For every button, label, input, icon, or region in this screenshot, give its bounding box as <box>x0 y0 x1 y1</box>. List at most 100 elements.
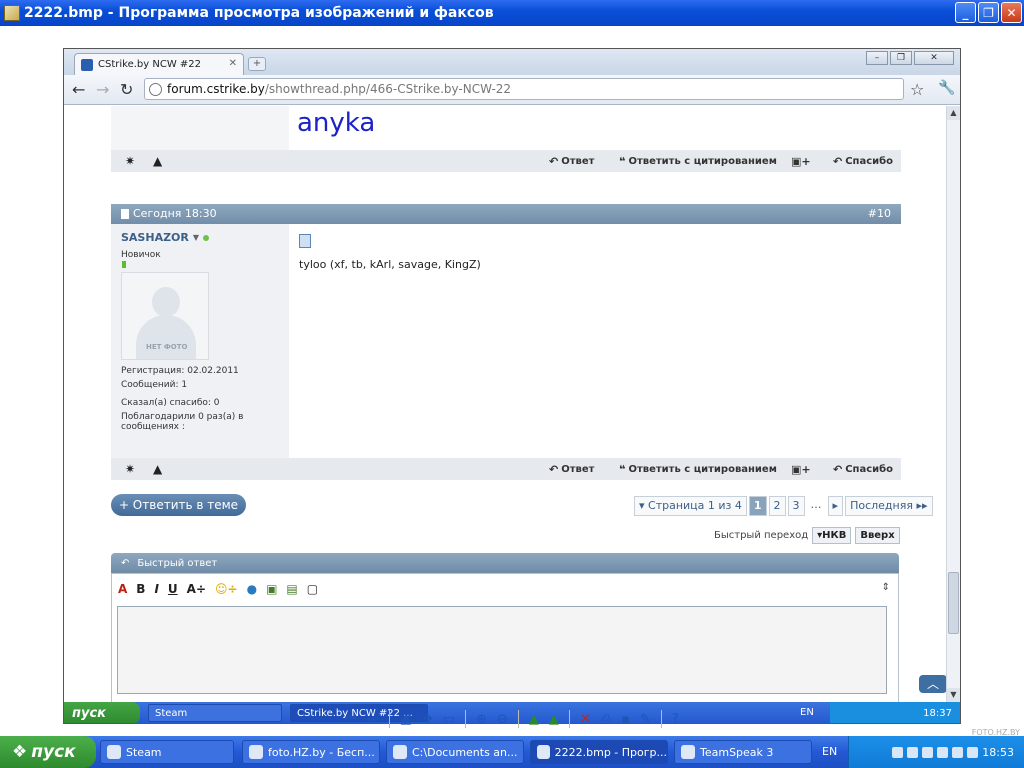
multi-quote-icon[interactable]: ▣+ <box>791 155 811 168</box>
delete-icon[interactable]: ✕ <box>580 712 591 727</box>
dropdown-arrow-icon[interactable]: ▼ <box>193 233 199 242</box>
rotate-clockwise-icon[interactable]: ▲ <box>529 712 539 727</box>
page-ellipsis: … <box>810 498 822 511</box>
close-button[interactable]: ✕ <box>1001 2 1022 23</box>
link-icon[interactable]: ● <box>247 582 257 596</box>
page-3[interactable]: 3 <box>787 496 805 516</box>
page-selector[interactable]: ▾ Страница 1 из 4 <box>634 496 747 516</box>
thanks-link[interactable]: ↶ Спасибо <box>833 463 893 476</box>
quick-reply-panel: A B I U A÷ ☺÷ ● ▣ ▤ ▢ ⇕ <box>111 573 899 702</box>
scroll-down-icon[interactable]: ▼ <box>947 688 960 702</box>
underline-button[interactable]: U <box>168 582 178 596</box>
task-documents[interactable]: C:\Documents an... <box>386 740 524 764</box>
font-color-icon[interactable]: A÷ <box>187 582 206 596</box>
previous-image-icon[interactable]: ⏮ <box>345 712 357 727</box>
next-page-button[interactable]: ▸ <box>827 496 844 516</box>
viewer-toolbar: ⏮ ⏭ ▣ ✥ ▭ ⊕ ⊖ ▲ ▲ ✕ ⎙ ▪ ✎ ? <box>0 706 1024 732</box>
browser-minimize-button[interactable]: – <box>866 51 888 65</box>
star-icon[interactable]: ✷ <box>125 154 135 168</box>
maximize-button[interactable]: ❐ <box>978 2 999 23</box>
tray-teamspeak-icon[interactable] <box>922 746 934 758</box>
username[interactable]: SASHAZOR ▼ <box>121 231 210 244</box>
reply-link[interactable]: ↶ Ответ <box>549 463 594 476</box>
language-indicator[interactable]: EN <box>822 745 837 758</box>
browser-tab[interactable]: CStrike.by NCW #22 ✕ <box>74 53 244 75</box>
post-number[interactable]: #10 <box>868 207 891 220</box>
tray-volume-icon[interactable] <box>952 746 964 758</box>
image-viewer-icon <box>537 745 550 759</box>
toggle-size-icon[interactable]: ⇕ <box>882 582 890 593</box>
slideshow-icon[interactable]: ▭ <box>443 712 455 727</box>
quick-reply-icon: ↶ <box>121 557 130 569</box>
bookmark-star-icon[interactable]: ☆ <box>910 80 924 99</box>
minimize-button[interactable]: _ <box>955 2 976 23</box>
system-tray: 18:53 <box>848 736 1024 768</box>
video-icon[interactable]: ▤ <box>286 582 297 596</box>
top-button[interactable]: Вверх <box>855 527 900 544</box>
reply-link[interactable]: ↶ Ответ <box>549 155 594 168</box>
reply-in-thread-button[interactable]: + Ответить в теме <box>111 494 246 516</box>
warning-icon[interactable]: ▲ <box>153 462 162 476</box>
quote-reply-link[interactable]: ❝ Ответить с цитированием <box>619 155 777 168</box>
rotate-counterclockwise-icon[interactable]: ▲ <box>549 712 559 727</box>
browser-restore-button[interactable]: ❐ <box>890 51 912 65</box>
page-scrollbar[interactable]: ▲ ▼ <box>946 106 960 702</box>
remove-format-icon[interactable]: A <box>118 582 127 596</box>
avatar: НЕТ ФОТО <box>121 272 209 360</box>
print-icon[interactable]: ⎙ <box>601 712 611 727</box>
scroll-thumb[interactable] <box>948 572 959 634</box>
url-host: forum.cstrike.by <box>167 82 265 96</box>
tray-antivirus-icon[interactable] <box>967 746 979 758</box>
scroll-up-icon[interactable]: ▲ <box>947 106 960 120</box>
signature-text: anyka <box>297 108 376 138</box>
multi-quote-icon[interactable]: ▣+ <box>791 463 811 476</box>
page-1[interactable]: 1 <box>748 496 767 516</box>
task-steam[interactable]: Steam <box>100 740 234 764</box>
actual-size-icon[interactable]: ✥ <box>422 712 433 727</box>
new-tab-button[interactable]: + <box>248 57 266 71</box>
message-textarea[interactable] <box>117 606 887 694</box>
thanked-line2: сообщениях : <box>121 422 185 432</box>
star-icon[interactable]: ✷ <box>125 462 135 476</box>
scroll-to-top-button[interactable]: ︿ <box>919 675 946 693</box>
task-teamspeak[interactable]: TeamSpeak 3 <box>674 740 812 764</box>
task-foto-hz[interactable]: foto.HZ.by - Бесп... <box>242 740 380 764</box>
zoom-in-icon[interactable]: ⊕ <box>476 712 487 727</box>
quick-jump-select[interactable]: ▾НКВ <box>812 527 852 544</box>
zoom-out-icon[interactable]: ⊖ <box>497 712 508 727</box>
thanked-line1: Поблагодарили 0 раз(а) в <box>121 412 244 422</box>
back-arrow-icon[interactable]: ← <box>72 80 85 99</box>
tray-expand-icon[interactable] <box>892 746 904 758</box>
forward-arrow-icon[interactable]: → <box>96 80 109 99</box>
warning-icon[interactable]: ▲ <box>153 154 162 168</box>
task-image-viewer[interactable]: 2222.bmp - Прогр... <box>530 740 668 764</box>
tray-network-icon[interactable] <box>937 746 949 758</box>
save-icon[interactable]: ▪ <box>621 712 630 727</box>
thanks-icon: ↶ <box>833 463 843 476</box>
last-page-button[interactable]: Последняя ▸▸ <box>845 496 933 516</box>
tray-steam-icon[interactable] <box>907 746 919 758</box>
image-icon[interactable]: ▣ <box>266 582 277 596</box>
reload-icon[interactable]: ↻ <box>120 80 133 99</box>
tab-close-icon[interactable]: ✕ <box>229 58 237 69</box>
thanks-link[interactable]: ↶ Спасибо <box>833 155 893 168</box>
browser-close-button[interactable]: ✕ <box>914 51 954 65</box>
start-button[interactable]: ❖ пуск <box>0 736 96 768</box>
bold-button[interactable]: B <box>136 582 145 596</box>
next-image-icon[interactable]: ⏭ <box>367 712 379 727</box>
help-icon[interactable]: ? <box>672 712 679 727</box>
quote-reply-link[interactable]: ❝ Ответить с цитированием <box>619 463 777 476</box>
address-bar[interactable]: forum.cstrike.by/showthread.php/466-CStr… <box>144 78 904 100</box>
quick-reply-title: Быстрый ответ <box>137 557 218 569</box>
italic-button[interactable]: I <box>154 582 158 596</box>
smiley-icon[interactable]: ☺÷ <box>215 582 238 596</box>
page-2[interactable]: 2 <box>768 496 786 516</box>
post-content: tyloo (xf, tb, kArl, savage, KingZ) <box>289 224 901 458</box>
screenshot-image: CStrike.by NCW #22 ✕ + – ❐ ✕ ← → ↻ forum… <box>63 48 961 724</box>
post-icon <box>299 234 311 248</box>
best-fit-icon[interactable]: ▣ <box>400 712 412 727</box>
browser-tab-strip: CStrike.by NCW #22 ✕ + – ❐ ✕ <box>64 49 960 75</box>
edit-icon[interactable]: ✎ <box>640 712 651 727</box>
wrench-icon[interactable]: 🔧 <box>938 80 955 96</box>
quote-insert-icon[interactable]: ▢ <box>307 582 318 596</box>
